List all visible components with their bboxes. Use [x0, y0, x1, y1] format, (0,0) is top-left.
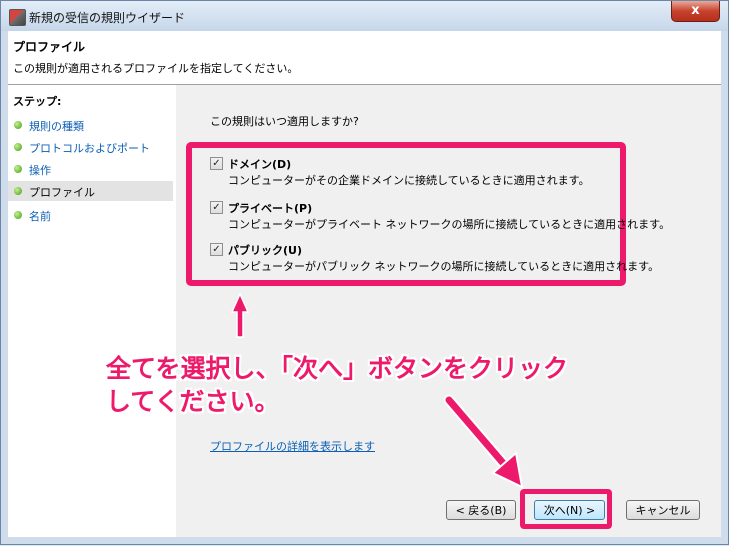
option-private[interactable]: ✓ プライベート(P) コンピューターがプライベート ネットワークの場所に接続し…: [210, 201, 670, 237]
domain-checkbox[interactable]: ✓: [210, 157, 223, 170]
step-item-action[interactable]: 操作: [8, 159, 173, 179]
step-item-profile[interactable]: プロファイル: [8, 181, 173, 201]
steps-panel: ステップ: 規則の種類 プロトコルおよびポート 操作 プロファイル 名前: [8, 85, 176, 537]
step-bullet-icon: [14, 143, 22, 151]
question-label: この規則はいつ適用しますか?: [210, 115, 359, 128]
profile-details-link[interactable]: プロファイルの詳細を表示します: [210, 438, 375, 454]
option-description: コンピューターがその企業ドメインに接続しているときに適用されます。: [228, 174, 590, 187]
step-bullet-icon: [14, 211, 22, 219]
annotation-line-1: 全てを選択し、「次へ」ボタンをクリック: [106, 354, 569, 383]
step-label: プロファイル: [29, 186, 95, 199]
step-item-rule-type[interactable]: 規則の種類: [8, 115, 173, 135]
wizard-window: 新規の受信の規則ウイザード x プロファイル この規則が適用されるプロファイルを…: [0, 0, 729, 545]
step-label: 名前: [29, 210, 51, 223]
cancel-button[interactable]: キャンセル: [626, 500, 700, 520]
wizard-header: プロファイル この規則が適用されるプロファイルを指定してください。: [8, 31, 721, 85]
step-label: 規則の種類: [29, 120, 84, 133]
option-domain[interactable]: ✓ ドメイン(D) コンピューターがその企業ドメインに接続しているときに適用され…: [210, 157, 630, 193]
firewall-app-icon: [9, 9, 26, 26]
content-panel: この規則はいつ適用しますか? ✓ ドメイン(D) コンピューターがその企業ドメイ…: [176, 85, 721, 537]
option-description: コンピューターがパブリック ネットワークの場所に接続しているときに適用されます。: [228, 260, 660, 273]
step-item-name[interactable]: 名前: [8, 205, 173, 225]
option-description: コンピューターがプライベート ネットワークの場所に接続しているときに適用されます…: [228, 218, 671, 231]
step-bullet-icon: [14, 187, 22, 195]
instruction-annotation: 全てを選択し、「次へ」ボタンをクリック してください。: [106, 352, 568, 418]
option-public[interactable]: ✓ パブリック(U) コンピューターがパブリック ネットワークの場所に接続してい…: [210, 243, 659, 279]
steps-heading: ステップ:: [13, 95, 62, 108]
title-bar[interactable]: 新規の受信の規則ウイザード x: [1, 1, 728, 31]
page-description: この規則が適用されるプロファイルを指定してください。: [13, 62, 299, 75]
highlight-box-next: [520, 489, 612, 529]
page-title: プロファイル: [13, 40, 86, 54]
annotation-line-2: してください。: [106, 387, 280, 416]
close-button[interactable]: x: [671, 1, 720, 22]
step-bullet-icon: [14, 165, 22, 173]
private-checkbox[interactable]: ✓: [210, 201, 223, 214]
step-label: 操作: [29, 164, 51, 177]
step-item-protocol-port[interactable]: プロトコルおよびポート: [8, 137, 173, 157]
option-title: ドメイン(D): [228, 158, 292, 171]
back-button[interactable]: < 戻る(B): [446, 500, 516, 520]
step-bullet-icon: [14, 121, 22, 129]
public-checkbox[interactable]: ✓: [210, 243, 223, 256]
option-title: プライベート(P): [228, 202, 313, 215]
step-label: プロトコルおよびポート: [29, 142, 150, 155]
window-title: 新規の受信の規則ウイザード: [29, 11, 186, 25]
option-title: パブリック(U): [228, 244, 302, 257]
wizard-body: ステップ: 規則の種類 プロトコルおよびポート 操作 プロファイル 名前 この規…: [8, 85, 721, 537]
